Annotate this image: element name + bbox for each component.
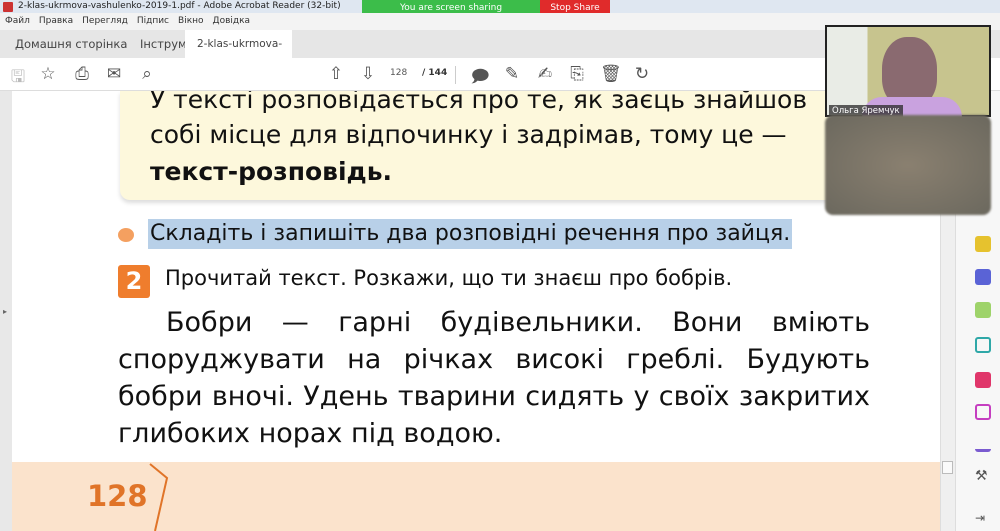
delete-icon[interactable]: 🗑 [600,64,622,84]
stamp-icon[interactable]: ⎘ [567,64,587,84]
page-total: / 144 [422,68,448,78]
organize-pages-icon[interactable] [975,302,991,318]
send-for-signature-icon[interactable] [975,436,991,452]
menu-view[interactable]: Перегляд [82,13,128,30]
window-title: 2-klas-ukrmova-vashulenko-2019-1.pdf - A… [18,1,341,11]
previous-page-icon[interactable]: ⇧ [326,64,346,84]
highlighted-task: Складіть і запишіть два розповідні речен… [148,219,793,249]
create-pdf-icon[interactable] [975,404,991,420]
save-icon[interactable]: 🖫 [8,64,28,93]
bullet-icon [118,228,134,242]
sign-icon[interactable]: ✍ [535,64,555,84]
fill-sign-icon[interactable] [975,372,991,388]
exercise-instruction: Прочитай текст. Розкажи, що ти знаєш про… [165,266,733,290]
menu-file[interactable]: Файл [5,13,30,30]
pdf-page: У тексті розповідається про те, як заєць… [12,91,940,531]
box-line-2: собі місце для відпочинку і задрімав, то… [150,120,787,149]
expand-left-arrow-icon[interactable]: ▸ [3,307,7,316]
blurred-video-tile [825,115,991,215]
box-line-3: текст-розповідь. [150,157,392,186]
menu-help[interactable]: Довідка [213,13,251,30]
bold-term: текст-розповідь [150,157,383,186]
period: . [382,157,393,186]
comment-tool-icon[interactable] [975,236,991,252]
page-footer: 128 [12,462,940,531]
menu-edit[interactable]: Правка [39,13,73,30]
page-number: 128 [87,479,148,513]
rotate-icon[interactable]: ↻ [632,64,652,84]
zoom-search-icon[interactable]: ⌕ [137,64,157,84]
left-panel-collapsed[interactable]: ▸ [0,91,12,531]
tab-document[interactable]: 2-klas-ukrmova-va... × [185,30,292,78]
bookmark-star-icon[interactable]: ☆ [38,64,58,84]
highlight-pen-icon[interactable]: ✎ [502,64,522,84]
email-icon[interactable]: ✉ [104,64,124,84]
box-line-1: У тексті розповідається про те, як заєць… [150,91,808,114]
summary-box: У тексті розповідається про те, як заєць… [120,91,840,200]
print-icon[interactable]: ⎙ [72,64,92,84]
scrollbar-thumb[interactable] [942,461,953,474]
footer-bracket-icon [149,463,169,531]
tab-home[interactable]: Домашня сторінка [15,30,127,58]
collapse-pane-icon[interactable]: ⇥ [975,511,991,527]
toolbar-divider [455,66,456,84]
comment-icon[interactable]: 🗩 [470,64,490,93]
acrobat-icon [3,2,13,12]
edit-pdf-icon[interactable] [975,337,991,353]
menu-window[interactable]: Вікно [178,13,204,30]
page-number-input[interactable]: 128 [390,68,407,78]
reading-paragraph: Бобри — гарні будівельники. Вони вміють … [118,307,870,449]
exercise-number-badge: 2 [118,265,150,298]
video-tile: Ольга Яремчук [825,25,991,119]
menu-sign[interactable]: Підпис [137,13,169,30]
next-page-icon[interactable]: ⇩ [358,64,378,84]
export-pdf-icon[interactable] [975,269,991,285]
more-tools-icon[interactable]: ⚒ [975,468,991,484]
